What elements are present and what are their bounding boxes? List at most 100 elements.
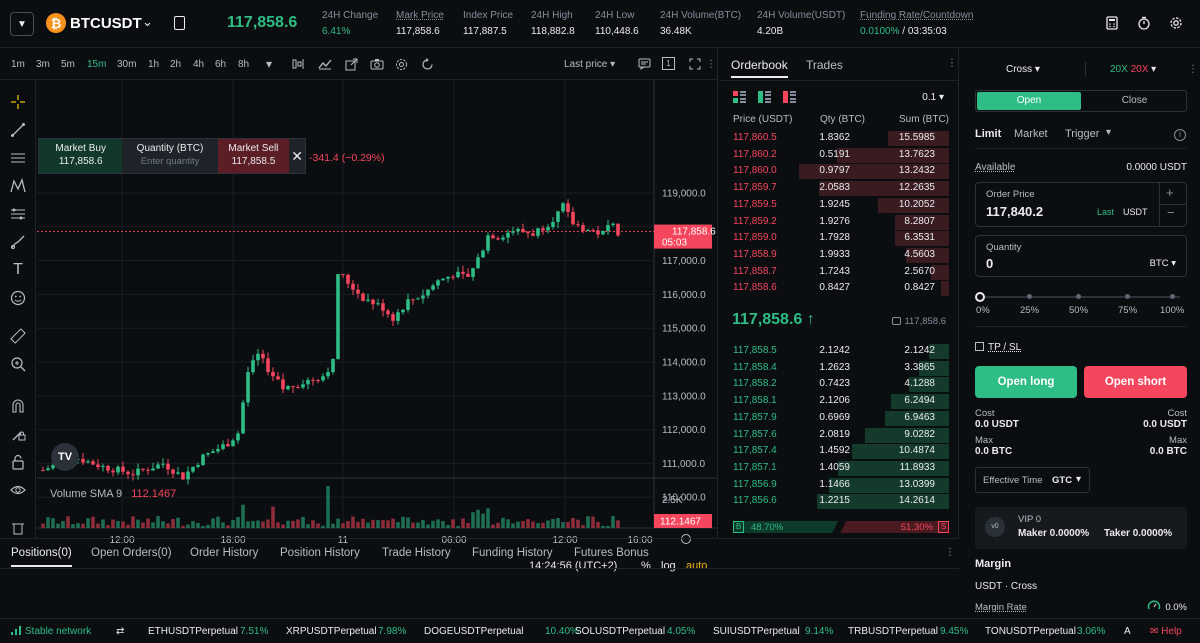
settings-icon[interactable] <box>1167 14 1185 32</box>
timeframe-3m[interactable]: 3m <box>36 59 50 70</box>
help-button[interactable]: ✉ Help <box>1150 626 1182 637</box>
timeframe-2h[interactable]: 2h <box>170 59 181 70</box>
fullscreen-icon[interactable] <box>688 57 702 71</box>
chat-icon[interactable] <box>637 57 651 71</box>
ask-row[interactable]: 117,858.7 1.7243 2.5670 <box>719 264 949 281</box>
open-long-button[interactable]: Open long <box>975 366 1077 398</box>
tab-orderbook[interactable]: Orderbook <box>731 58 788 78</box>
order-price-last[interactable]: Last <box>1097 207 1114 217</box>
bid-row[interactable]: 117,857.6 2.0819 9.0282 <box>719 427 949 444</box>
timeframe-8h[interactable]: 8h <box>238 59 249 70</box>
positions-tab-3[interactable]: Position History <box>280 547 360 559</box>
bid-row[interactable]: 117,856.6 1.2215 14.2614 <box>719 493 949 510</box>
slider-step[interactable] <box>1076 294 1081 299</box>
brush-icon[interactable] <box>8 232 28 252</box>
trend-line-icon[interactable] <box>8 120 28 140</box>
timeframe-1m[interactable]: 1m <box>11 59 25 70</box>
chevron-down-icon[interactable]: ▼ <box>10 12 34 36</box>
bid-row[interactable]: 117,857.1 1.4059 11.8933 <box>719 460 949 477</box>
bid-row[interactable]: 117,858.5 2.1242 2.1242 <box>719 343 949 360</box>
positions-tab-5[interactable]: Funding History <box>472 547 553 559</box>
effective-time-select[interactable]: Effective Time GTC ▾ <box>975 467 1090 493</box>
ticker-toggle-icon[interactable]: ⇄ <box>116 626 124 637</box>
market-sell-button[interactable]: Market Sell 117,858.5 <box>217 139 290 173</box>
increment-icon[interactable]: + <box>1166 185 1174 200</box>
bid-row[interactable]: 117,858.4 1.2623 3.3865 <box>719 360 949 377</box>
share-icon[interactable] <box>344 57 358 71</box>
more-timeframes-icon[interactable]: ▾ <box>262 57 276 71</box>
ticker-name[interactable]: XRPUSDTPerpetual <box>286 626 377 637</box>
ask-row[interactable]: 117,858.9 1.9933 4.5603 <box>719 247 949 264</box>
order-type-limit[interactable]: Limit <box>975 128 1001 140</box>
timeframe-5m[interactable]: 5m <box>61 59 75 70</box>
timer-icon[interactable] <box>1135 14 1153 32</box>
symbol-title[interactable]: BTCUSDT <box>70 15 142 32</box>
market-buy-button[interactable]: Market Buy 117,858.6 <box>39 139 123 173</box>
ask-row[interactable]: 117,859.7 2.0583 12.2635 <box>719 180 949 197</box>
ask-row[interactable]: 117,860.5 1.8362 15.5985 <box>719 130 949 147</box>
ticker-name[interactable]: SOLUSDTPerpetual <box>575 626 665 637</box>
timeframe-30m[interactable]: 30m <box>117 59 136 70</box>
bid-row[interactable]: 117,857.4 1.4592 10.4874 <box>719 443 949 460</box>
timeframe-6h[interactable]: 6h <box>215 59 226 70</box>
symbol-chevron-icon[interactable]: ⌄ <box>142 14 153 30</box>
document-icon[interactable] <box>174 16 185 30</box>
quantity-unit-select[interactable]: BTC ▾ <box>1150 258 1176 269</box>
ticker-name[interactable]: ETHUSDTPerpetual <box>148 626 238 637</box>
parallel-lines-icon[interactable] <box>8 148 28 168</box>
tpsl-checkbox[interactable] <box>975 342 984 351</box>
more-options-icon[interactable]: ⋮ <box>704 57 718 71</box>
view-asks-icon[interactable] <box>783 91 796 107</box>
ask-row[interactable]: 117,860.0 0.9797 13.2432 <box>719 163 949 180</box>
pattern-icon[interactable] <box>8 176 28 196</box>
view-bids-icon[interactable] <box>758 91 771 107</box>
order-price-input[interactable]: Order Price 117,840.2 Last USDT + − <box>975 182 1187 227</box>
text-tool-icon[interactable]: T <box>8 260 28 280</box>
tab-close[interactable]: Close <box>1083 92 1186 110</box>
slider-step[interactable] <box>1170 294 1175 299</box>
bid-row[interactable]: 117,856.9 1.1466 13.0399 <box>719 477 949 494</box>
leverage-select[interactable]: 20X 20X ▾ <box>1110 64 1156 75</box>
order-type-trigger[interactable]: Trigger <box>1065 128 1099 140</box>
positions-more-icon[interactable]: ⋮ <box>945 547 955 558</box>
calculator-icon[interactable] <box>1103 14 1121 32</box>
ask-row[interactable]: 117,858.6 0.8427 0.8427 <box>719 280 949 297</box>
open-short-button[interactable]: Open short <box>1084 366 1187 398</box>
tradingview-logo[interactable]: TV <box>51 443 79 471</box>
indicators-icon[interactable] <box>292 57 306 71</box>
ticker-name[interactable]: SUIUSDTPerpetual <box>713 626 800 637</box>
zoom-in-icon[interactable] <box>8 354 28 374</box>
reset-icon[interactable] <box>420 57 434 71</box>
tab-trades[interactable]: Trades <box>806 58 843 72</box>
bid-row[interactable]: 117,858.1 2.1206 6.2494 <box>719 393 949 410</box>
camera-icon[interactable] <box>370 57 384 71</box>
quantity-input[interactable]: Quantity (BTC) Enter quantity <box>122 139 217 173</box>
lock-drawings-icon[interactable] <box>8 424 28 444</box>
close-icon[interactable]: ✕ <box>289 139 305 173</box>
positions-tab-0[interactable]: Positions(0) <box>11 547 72 567</box>
trade-more-icon[interactable]: ⋮ <box>1188 64 1198 75</box>
timeframe-4h[interactable]: 4h <box>193 59 204 70</box>
ask-row[interactable]: 117,859.0 1.7928 6.3531 <box>719 230 949 247</box>
positions-tab-2[interactable]: Order History <box>190 547 258 559</box>
gear-icon[interactable] <box>394 57 408 71</box>
slider-step[interactable] <box>1027 294 1032 299</box>
layout-one-icon[interactable]: 1 <box>662 57 675 70</box>
precision-select[interactable]: 0.1 ▾ <box>922 92 944 103</box>
ask-row[interactable]: 117,859.2 1.9276 8.2807 <box>719 214 949 231</box>
ruler-icon[interactable] <box>8 326 28 346</box>
emoji-icon[interactable] <box>8 288 28 308</box>
timeframe-1h[interactable]: 1h <box>148 59 159 70</box>
price-source-select[interactable]: Last price ▾ <box>564 59 615 70</box>
bid-row[interactable]: 117,858.2 0.7423 4.1288 <box>719 376 949 393</box>
order-type-market[interactable]: Market <box>1014 128 1048 140</box>
info-icon[interactable]: i <box>1174 129 1186 141</box>
funding-rate-label[interactable]: Funding Rate/Countdown <box>860 10 973 21</box>
timeframe-15m[interactable]: 15m <box>87 59 106 70</box>
crosshair-icon[interactable] <box>8 92 28 112</box>
eye-icon[interactable] <box>8 480 28 500</box>
decrement-icon[interactable]: − <box>1167 205 1175 220</box>
ask-row[interactable]: 117,860.2 0.5191 13.7623 <box>719 147 949 164</box>
bid-row[interactable]: 117,857.9 0.6969 6.9463 <box>719 410 949 427</box>
tab-open[interactable]: Open <box>977 92 1081 110</box>
